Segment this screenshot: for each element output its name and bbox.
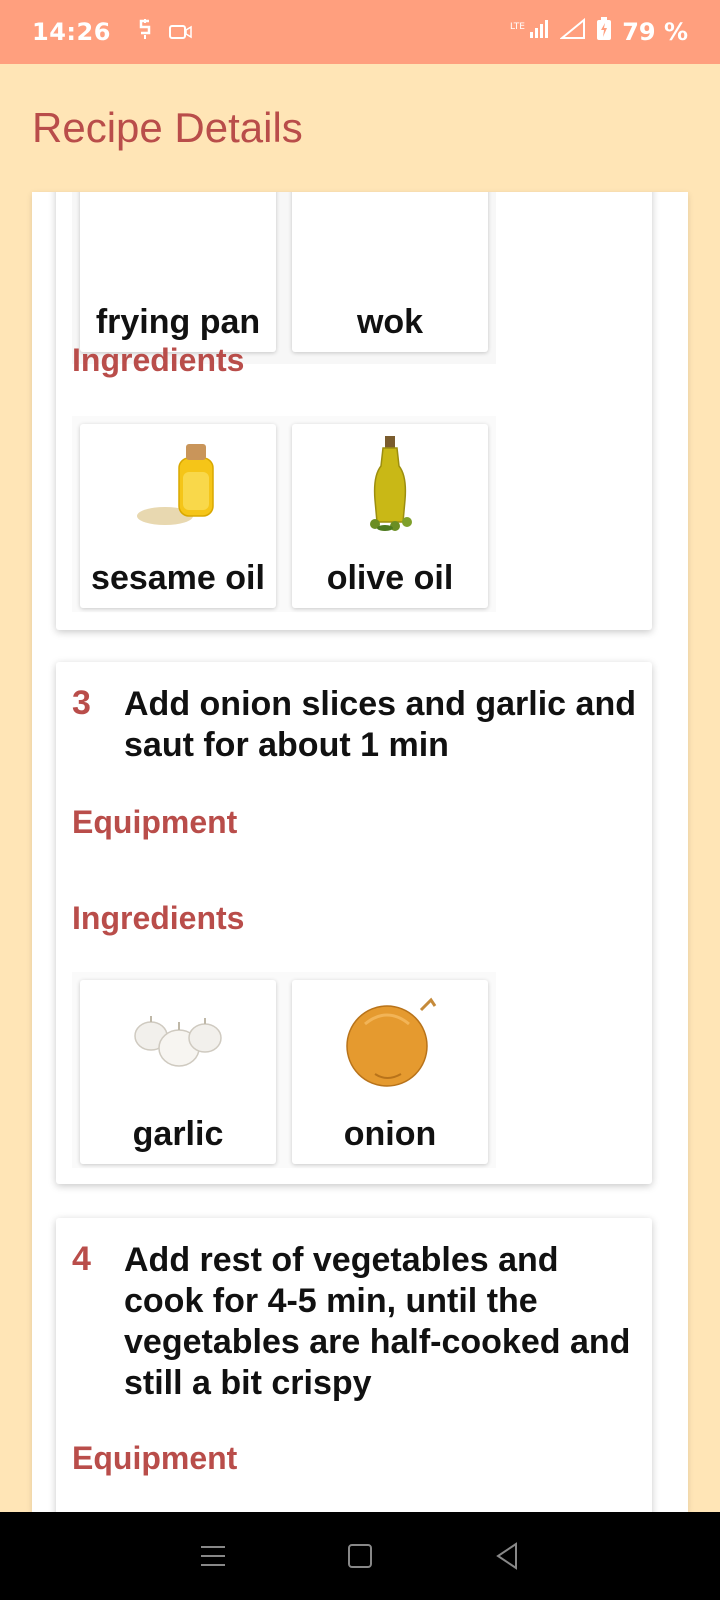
- ingredient-label: onion: [343, 1115, 437, 1153]
- onion-icon: [335, 986, 445, 1096]
- step-instruction: Add onion slices and garlic and saut for…: [124, 685, 636, 764]
- battery-charging-icon: [596, 17, 612, 47]
- equipment-tile[interactable]: wok: [292, 192, 488, 352]
- page-title: Recipe Details: [32, 104, 303, 151]
- equipment-label: frying pan: [95, 303, 261, 341]
- equipment-label: wok: [356, 303, 424, 341]
- sync-icon: [135, 18, 155, 46]
- svg-text:LTE: LTE: [510, 22, 525, 32]
- equipment-heading: Equipment: [72, 1440, 238, 1476]
- olive-oil-icon: [335, 430, 445, 540]
- menu-icon[interactable]: [193, 1536, 233, 1576]
- back-triangle-icon[interactable]: [487, 1536, 527, 1576]
- recipe-steps-list[interactable]: frying pan wok Ingredients sesame oil ol…: [32, 192, 688, 1512]
- step-card: 3 Add onion slices and garlic and saut f…: [56, 662, 652, 1184]
- step-header: 3 Add onion slices and garlic and saut f…: [72, 684, 644, 766]
- ingredients-heading: Ingredients: [72, 900, 245, 936]
- step-header: 4 Add rest of vegetables and cook for 4-…: [72, 1240, 644, 1404]
- step-number: 3: [72, 684, 91, 722]
- status-bar: 14:26 LTE 79 %: [0, 0, 720, 64]
- video-icon: [168, 18, 193, 46]
- step-card: frying pan wok Ingredients sesame oil ol…: [56, 192, 652, 630]
- lte-signal-icon: LTE: [510, 18, 550, 46]
- ingredient-tile[interactable]: garlic: [80, 980, 276, 1164]
- ingredients-heading: Ingredients: [72, 342, 245, 378]
- equipment-heading: Equipment: [72, 804, 238, 840]
- sesame-oil-icon: [123, 430, 233, 540]
- ingredient-tile[interactable]: sesame oil: [80, 424, 276, 608]
- equipment-tile[interactable]: frying pan: [80, 192, 276, 352]
- system-nav-bar: [0, 1512, 720, 1600]
- battery-percentage: 79 %: [622, 18, 688, 46]
- step-instruction: Add rest of vegetables and cook for 4-5 …: [124, 1241, 631, 1402]
- garlic-icon: [123, 986, 233, 1096]
- ingredients-list[interactable]: garlic onion: [72, 972, 496, 1168]
- signal-icon: [559, 17, 586, 46]
- ingredients-list[interactable]: sesame oil olive oil: [72, 416, 496, 612]
- equipment-list[interactable]: frying pan wok: [72, 192, 496, 364]
- app-bar: Recipe Details: [0, 64, 720, 192]
- home-square-icon[interactable]: [340, 1536, 380, 1576]
- ingredient-tile[interactable]: olive oil: [292, 424, 488, 608]
- status-time: 14:26: [32, 18, 111, 46]
- ingredient-label: sesame oil: [91, 559, 265, 597]
- step-number: 4: [72, 1240, 91, 1278]
- ingredient-tile[interactable]: onion: [292, 980, 488, 1164]
- ingredient-label: olive oil: [326, 559, 454, 597]
- step-card: 4 Add rest of vegetables and cook for 4-…: [56, 1218, 652, 1512]
- ingredient-label: garlic: [132, 1115, 224, 1153]
